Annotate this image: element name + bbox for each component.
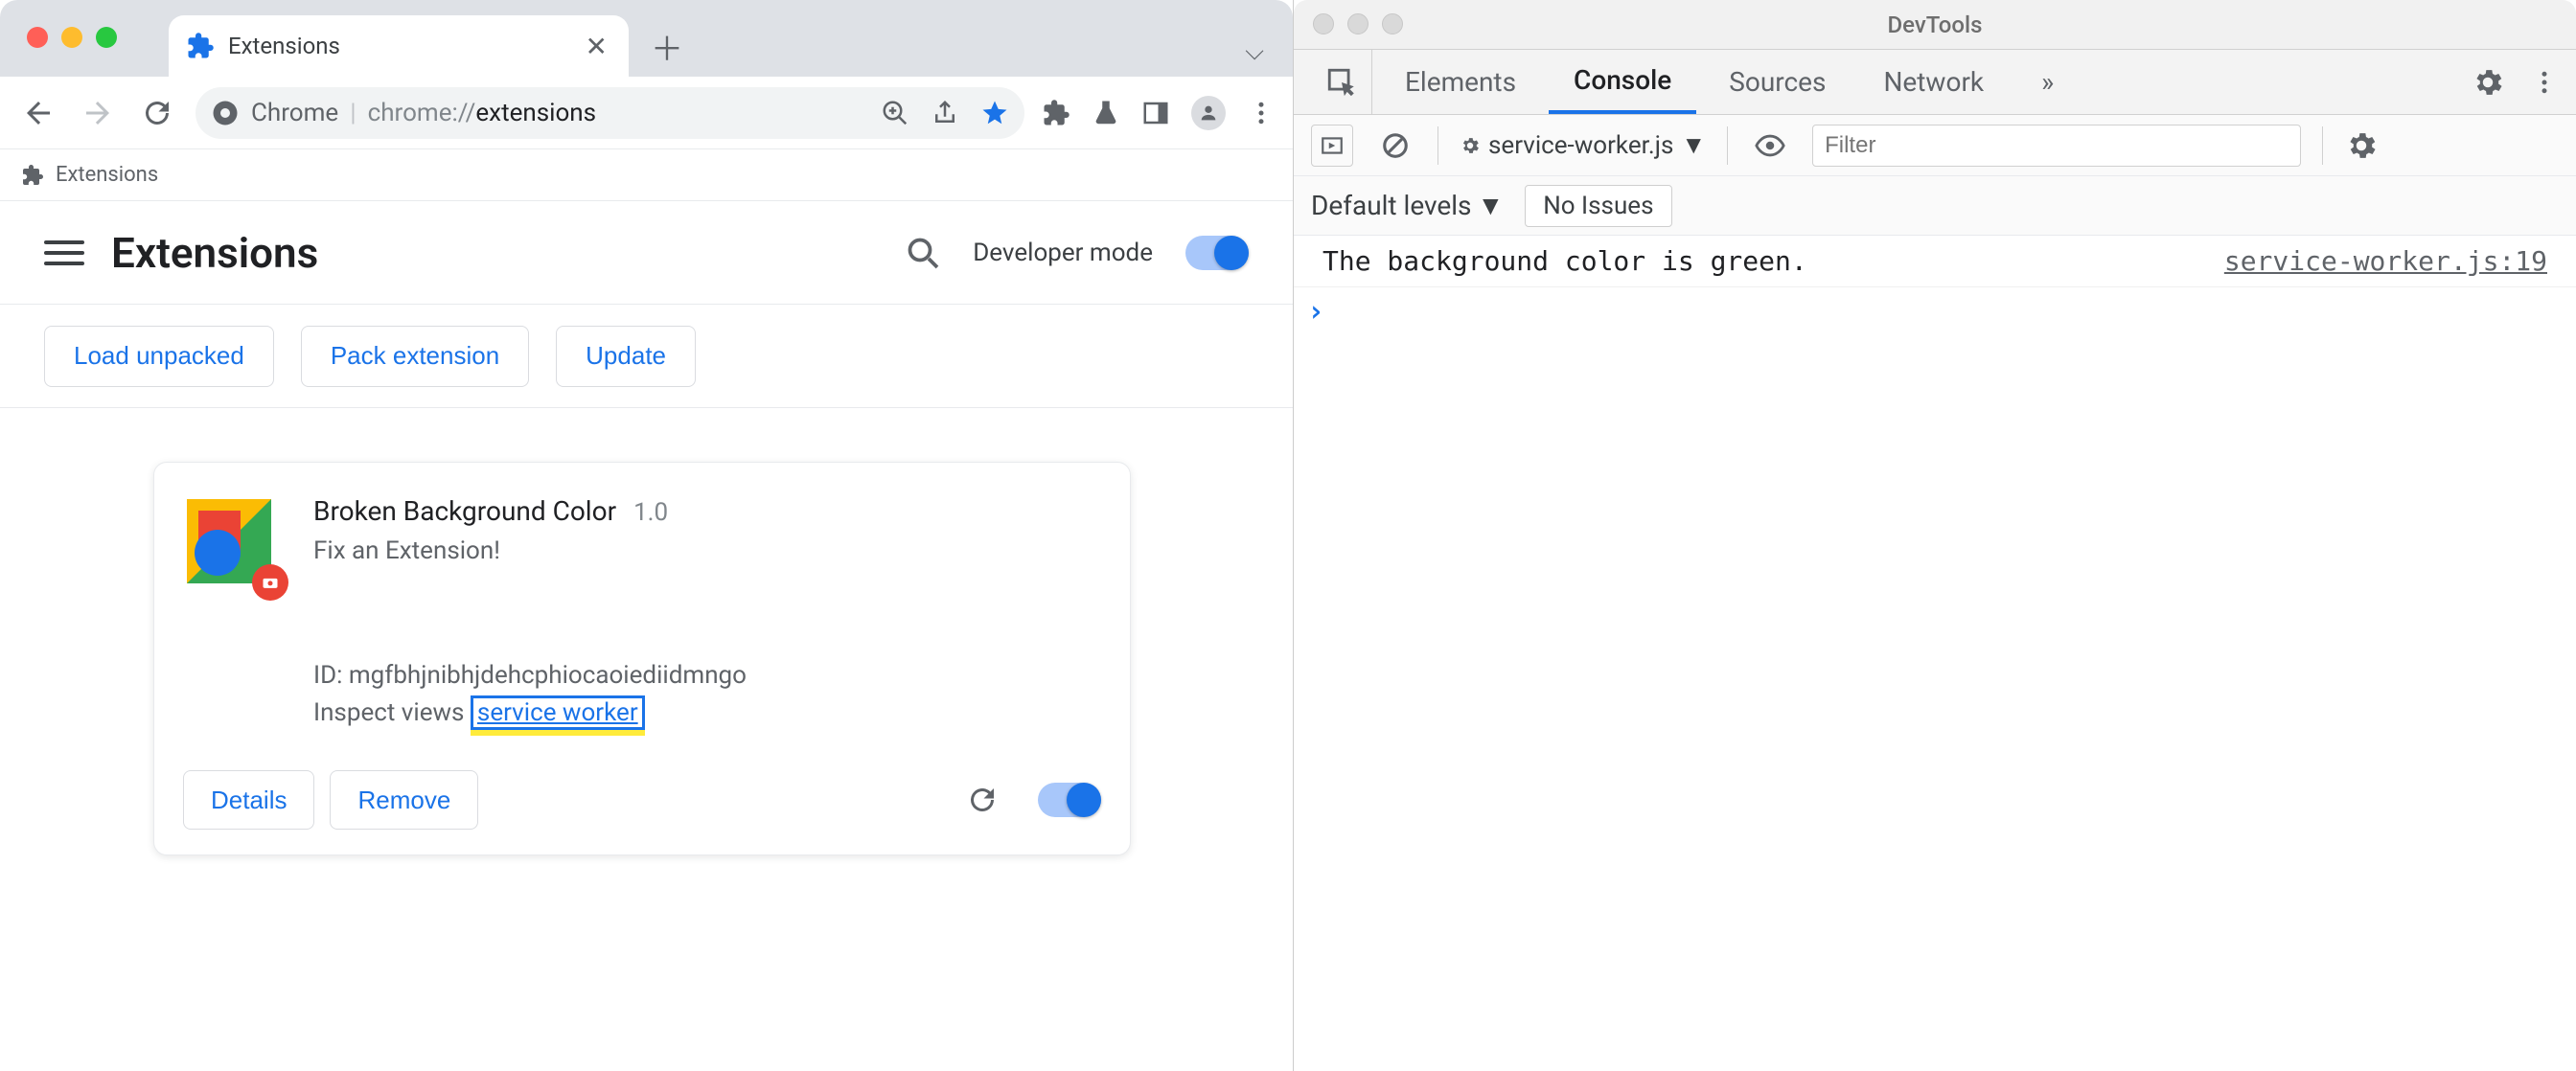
chrome-logo-icon [211, 99, 240, 127]
tab-console[interactable]: Console [1549, 50, 1696, 114]
console-toolbar-secondary: Default levels ▼ No Issues [1294, 176, 2576, 236]
maximize-window-icon[interactable] [1382, 13, 1403, 34]
side-panel-icon[interactable] [1141, 99, 1170, 127]
share-icon[interactable] [931, 99, 959, 127]
extension-name: Broken Background Color [313, 495, 616, 527]
console-log-row: The background color is green. service-w… [1294, 236, 2576, 287]
console-prompt-icon[interactable]: › [1294, 287, 2576, 336]
address-bar[interactable]: Chrome | chrome://extensions [196, 87, 1024, 139]
search-icon[interactable] [906, 236, 940, 270]
labs-flask-icon[interactable] [1092, 99, 1120, 127]
omnibox-url-scheme: chrome:// [368, 99, 476, 127]
console-settings-gear-icon[interactable] [2344, 128, 2379, 163]
back-button[interactable] [17, 92, 59, 134]
maximize-window-icon[interactable] [96, 27, 117, 48]
extension-id: ID: mgfbhjnibhjdehcphiocaoiediidmngo [313, 657, 1101, 695]
developer-mode-label: Developer mode [973, 239, 1153, 267]
log-levels-selector[interactable]: Default levels ▼ [1311, 190, 1504, 221]
extension-description: Fix an Extension! [313, 536, 1101, 565]
bookmark-star-icon[interactable] [980, 99, 1009, 127]
menu-dots-icon[interactable] [2530, 68, 2559, 97]
browser-tab[interactable]: Extensions ✕ [169, 15, 629, 77]
hamburger-menu-icon[interactable] [44, 233, 84, 273]
chrome-titlebar: Extensions ✕ ＋ ⌵ [0, 0, 1293, 77]
browser-toolbar: Chrome | chrome://extensions [0, 77, 1293, 149]
breadcrumb: Extensions [0, 149, 1293, 201]
omnibox-separator: | [350, 99, 356, 127]
zoom-icon[interactable] [881, 99, 909, 127]
execution-context-selector[interactable]: service-worker.js ▼ [1460, 130, 1706, 160]
chevron-down-icon: ▼ [1478, 190, 1505, 221]
extension-enable-toggle[interactable] [1038, 783, 1101, 817]
console-toolbar: service-worker.js ▼ [1294, 115, 2576, 176]
devtools-title: DevTools [1888, 11, 1983, 38]
devtools-window: DevTools Elements Console Sources Networ… [1294, 0, 2576, 1071]
extensions-action-bar: Load unpacked Pack extension Update [0, 305, 1293, 408]
live-expression-icon[interactable] [1749, 125, 1791, 167]
extension-icon [186, 32, 215, 60]
toggle-sidebar-icon[interactable] [1311, 125, 1353, 167]
clear-console-icon[interactable] [1374, 125, 1416, 167]
window-controls [27, 27, 117, 48]
menu-dots-icon[interactable] [1247, 99, 1276, 127]
omnibox-origin: Chrome [251, 99, 338, 127]
extensions-list: Broken Background Color 1.0 Fix an Exten… [0, 408, 1293, 909]
console-log-message: The background color is green. [1322, 245, 1807, 277]
close-tab-icon[interactable]: ✕ [586, 31, 608, 62]
close-window-icon[interactable] [1313, 13, 1334, 34]
page-title: Extensions [111, 228, 318, 278]
tab-title: Extensions [228, 33, 340, 59]
tabs-overflow-icon[interactable]: » [2016, 50, 2079, 114]
devtools-titlebar: DevTools [1294, 0, 2576, 50]
devtools-tab-bar: Elements Console Sources Network » [1294, 50, 2576, 115]
remove-button[interactable]: Remove [330, 770, 478, 830]
minimize-window-icon[interactable] [1347, 13, 1368, 34]
unpacked-badge-icon [252, 564, 288, 601]
console-log-source-link[interactable]: service-worker.js:19 [2224, 245, 2547, 277]
extension-card: Broken Background Color 1.0 Fix an Exten… [153, 462, 1131, 855]
extension-version: 1.0 [633, 498, 668, 527]
load-unpacked-button[interactable]: Load unpacked [44, 326, 274, 387]
settings-gear-icon[interactable] [2471, 65, 2505, 100]
details-button[interactable]: Details [183, 770, 314, 830]
omnibox-url-path: extensions [475, 99, 596, 127]
profile-avatar-icon[interactable] [1191, 96, 1226, 130]
breadcrumb-label: Extensions [56, 163, 158, 187]
gear-icon [1460, 135, 1481, 156]
service-worker-link[interactable]: service worker [471, 695, 645, 730]
console-output: The background color is green. service-w… [1294, 236, 2576, 1071]
chevron-down-icon: ▼ [1681, 130, 1706, 160]
update-button[interactable]: Update [556, 326, 696, 387]
developer-mode-toggle[interactable] [1185, 236, 1249, 270]
tab-elements[interactable]: Elements [1380, 50, 1541, 114]
tab-network[interactable]: Network [1858, 50, 2009, 114]
console-filter-input[interactable] [1812, 125, 2301, 167]
chrome-window: Extensions ✕ ＋ ⌵ Chrome | chrome://exten… [0, 0, 1294, 1071]
pack-extension-button[interactable]: Pack extension [301, 326, 529, 387]
new-tab-button[interactable]: ＋ [638, 17, 696, 75]
close-window-icon[interactable] [27, 27, 48, 48]
extension-icon [21, 164, 44, 187]
inspect-views-label: Inspect views [313, 698, 464, 727]
minimize-window-icon[interactable] [61, 27, 82, 48]
extensions-header: Extensions Developer mode [0, 201, 1293, 305]
tab-sources[interactable]: Sources [1704, 50, 1851, 114]
issues-button[interactable]: No Issues [1525, 185, 1671, 227]
log-levels-label: Default levels [1311, 190, 1472, 221]
forward-button[interactable] [77, 92, 119, 134]
reload-button[interactable] [136, 92, 178, 134]
context-label: service-worker.js [1488, 131, 1673, 160]
element-picker-icon[interactable] [1311, 50, 1372, 114]
window-controls [1313, 13, 1403, 34]
extension-card-icon [183, 495, 283, 595]
extensions-puzzle-icon[interactable] [1042, 99, 1070, 127]
tabs-dropdown-icon[interactable]: ⌵ [1245, 37, 1277, 77]
reload-extension-icon[interactable] [965, 783, 1000, 817]
